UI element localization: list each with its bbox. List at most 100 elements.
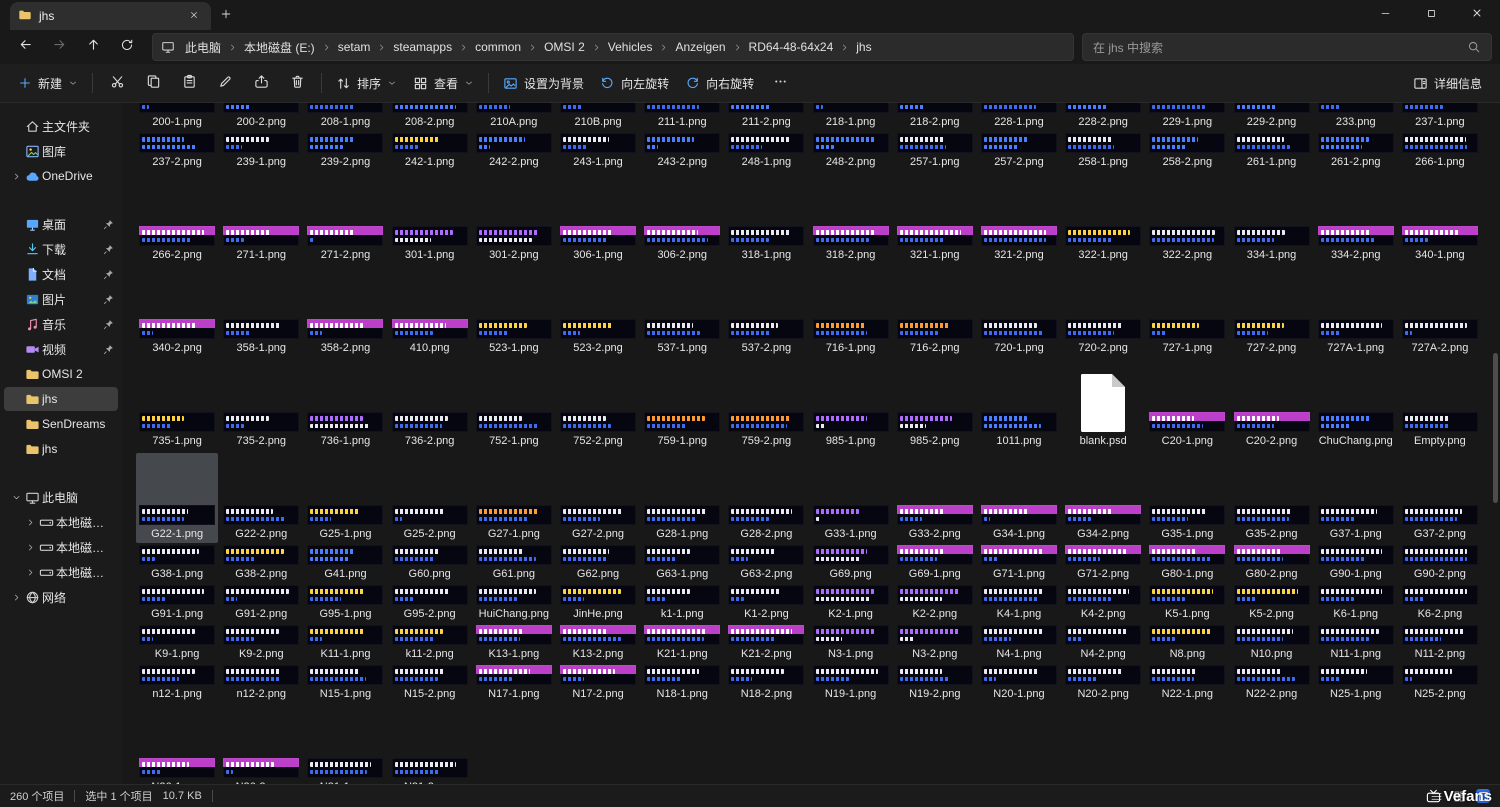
file-item[interactable]: G61.png bbox=[472, 545, 556, 581]
file-item[interactable]: G37-2.png bbox=[1398, 505, 1482, 541]
file-item[interactable]: G80-1.png bbox=[1145, 545, 1229, 581]
file-item[interactable]: G69-1.png bbox=[893, 545, 977, 581]
expand-chevron-icon[interactable] bbox=[12, 493, 25, 502]
file-item[interactable]: 537-1.png bbox=[640, 319, 724, 355]
file-item[interactable]: N4-2.png bbox=[1061, 625, 1145, 661]
view-button[interactable]: 查看 bbox=[405, 70, 482, 97]
search-input[interactable]: 在 jhs 中搜索 bbox=[1082, 33, 1492, 61]
file-item[interactable]: 218-1.png bbox=[809, 103, 893, 129]
file-item[interactable]: 200-1.png bbox=[135, 103, 219, 129]
file-item[interactable]: 218-2.png bbox=[893, 103, 977, 129]
up-button[interactable] bbox=[76, 33, 110, 61]
file-item[interactable]: N15-2.png bbox=[388, 665, 472, 701]
file-item[interactable]: 258-1.png bbox=[1061, 133, 1145, 169]
sidebar-item[interactable]: 主文件夹 bbox=[4, 114, 118, 138]
file-item[interactable]: G60.png bbox=[388, 545, 472, 581]
file-item[interactable]: HuiChang.png bbox=[472, 585, 556, 621]
rotate-left-button[interactable]: 向左旋转 bbox=[592, 70, 677, 97]
sidebar-item[interactable]: OMSI 2 bbox=[4, 362, 118, 386]
file-item[interactable]: 257-2.png bbox=[977, 133, 1061, 169]
file-item[interactable]: N18-1.png bbox=[640, 665, 724, 701]
file-item[interactable]: 242-1.png bbox=[388, 133, 472, 169]
file-item[interactable]: 321-2.png bbox=[977, 226, 1061, 262]
file-item[interactable]: N31-2.png bbox=[388, 758, 472, 784]
file-item[interactable]: 228-1.png bbox=[977, 103, 1061, 129]
file-item[interactable]: G71-1.png bbox=[977, 545, 1061, 581]
breadcrumb-item[interactable]: jhs bbox=[850, 37, 877, 57]
file-item[interactable]: G25-2.png bbox=[388, 505, 472, 541]
sidebar-item[interactable]: 本地磁盘 (D:) bbox=[4, 535, 118, 559]
file-item[interactable]: N20-1.png bbox=[977, 665, 1061, 701]
file-item[interactable]: 334-2.png bbox=[1314, 226, 1398, 262]
file-item[interactable]: N17-1.png bbox=[472, 665, 556, 701]
sidebar-item[interactable]: 本地磁盘 (E:) bbox=[4, 560, 118, 584]
file-item[interactable]: 727A-1.png bbox=[1314, 319, 1398, 355]
file-item[interactable]: 736-1.png bbox=[303, 412, 387, 448]
sidebar-item[interactable]: 桌面 bbox=[4, 212, 118, 236]
file-item[interactable]: G25-1.png bbox=[303, 505, 387, 541]
file-item[interactable]: G69.png bbox=[809, 545, 893, 581]
sidebar-item[interactable]: 图片 bbox=[4, 287, 118, 311]
file-item[interactable]: G90-1.png bbox=[1314, 545, 1398, 581]
file-item[interactable]: N11-1.png bbox=[1314, 625, 1398, 661]
file-item[interactable]: N26-1.png bbox=[135, 758, 219, 784]
file-item[interactable]: 228-2.png bbox=[1061, 103, 1145, 129]
sidebar-item[interactable]: jhs bbox=[4, 387, 118, 411]
breadcrumb-item[interactable]: steamapps bbox=[387, 37, 458, 57]
file-item[interactable]: G41.png bbox=[303, 545, 387, 581]
file-item[interactable]: N3-2.png bbox=[893, 625, 977, 661]
file-item[interactable]: G62.png bbox=[556, 545, 640, 581]
sidebar-item[interactable]: 下载 bbox=[4, 237, 118, 261]
file-item[interactable]: 322-1.png bbox=[1061, 226, 1145, 262]
sort-button[interactable]: 排序 bbox=[328, 70, 405, 97]
file-item[interactable]: 266-1.png bbox=[1398, 133, 1482, 169]
file-item[interactable]: G95-2.png bbox=[388, 585, 472, 621]
file-item[interactable]: G90-2.png bbox=[1398, 545, 1482, 581]
file-item[interactable]: K21-2.png bbox=[724, 625, 808, 661]
file-item[interactable]: G80-2.png bbox=[1229, 545, 1313, 581]
file-item[interactable]: 759-2.png bbox=[724, 412, 808, 448]
file-item[interactable]: K6-2.png bbox=[1398, 585, 1482, 621]
file-item[interactable]: JinHe.png bbox=[556, 585, 640, 621]
file-item[interactable]: N25-1.png bbox=[1314, 665, 1398, 701]
file-item[interactable]: G63-1.png bbox=[640, 545, 724, 581]
file-item[interactable]: 271-2.png bbox=[303, 226, 387, 262]
file-item[interactable]: 306-1.png bbox=[556, 226, 640, 262]
file-item[interactable]: 248-1.png bbox=[724, 133, 808, 169]
file-item[interactable]: 261-1.png bbox=[1229, 133, 1313, 169]
cut-button[interactable] bbox=[99, 69, 135, 97]
file-item[interactable]: N20-2.png bbox=[1061, 665, 1145, 701]
file-item[interactable]: 318-1.png bbox=[724, 226, 808, 262]
file-item[interactable]: N4-1.png bbox=[977, 625, 1061, 661]
file-item[interactable]: K9-1.png bbox=[135, 625, 219, 661]
file-item[interactable]: G22-1.png bbox=[135, 505, 219, 541]
file-item[interactable]: 523-1.png bbox=[472, 319, 556, 355]
file-item[interactable]: 716-1.png bbox=[809, 319, 893, 355]
file-item[interactable]: C20-2.png bbox=[1229, 412, 1313, 448]
file-item[interactable]: G35-1.png bbox=[1145, 505, 1229, 541]
file-item[interactable]: 985-1.png bbox=[809, 412, 893, 448]
file-item[interactable]: 210A.png bbox=[472, 103, 556, 129]
file-item[interactable]: 211-1.png bbox=[640, 103, 724, 129]
file-item[interactable]: 301-1.png bbox=[388, 226, 472, 262]
close-button[interactable] bbox=[1454, 0, 1500, 30]
file-item[interactable]: N19-1.png bbox=[809, 665, 893, 701]
sidebar-item[interactable]: 音乐 bbox=[4, 312, 118, 336]
file-item[interactable]: blank.psd bbox=[1061, 412, 1145, 448]
file-item[interactable]: 318-2.png bbox=[809, 226, 893, 262]
breadcrumb-item[interactable]: Anzeigen bbox=[669, 37, 731, 57]
sidebar-item[interactable]: SenDreams bbox=[4, 412, 118, 436]
file-item[interactable]: 261-2.png bbox=[1314, 133, 1398, 169]
file-item[interactable]: 321-1.png bbox=[893, 226, 977, 262]
file-item[interactable]: G28-2.png bbox=[724, 505, 808, 541]
file-item[interactable]: N19-2.png bbox=[893, 665, 977, 701]
file-item[interactable]: 752-2.png bbox=[556, 412, 640, 448]
sidebar-item[interactable]: 视频 bbox=[4, 337, 118, 361]
file-item[interactable]: n12-1.png bbox=[135, 665, 219, 701]
file-item[interactable]: G38-2.png bbox=[219, 545, 303, 581]
file-item[interactable]: 727A-2.png bbox=[1398, 319, 1482, 355]
file-item[interactable]: G38-1.png bbox=[135, 545, 219, 581]
breadcrumb-item[interactable]: 本地磁盘 (E:) bbox=[238, 36, 321, 59]
file-item[interactable]: G95-1.png bbox=[303, 585, 387, 621]
file-item[interactable]: ChuChang.png bbox=[1314, 412, 1398, 448]
